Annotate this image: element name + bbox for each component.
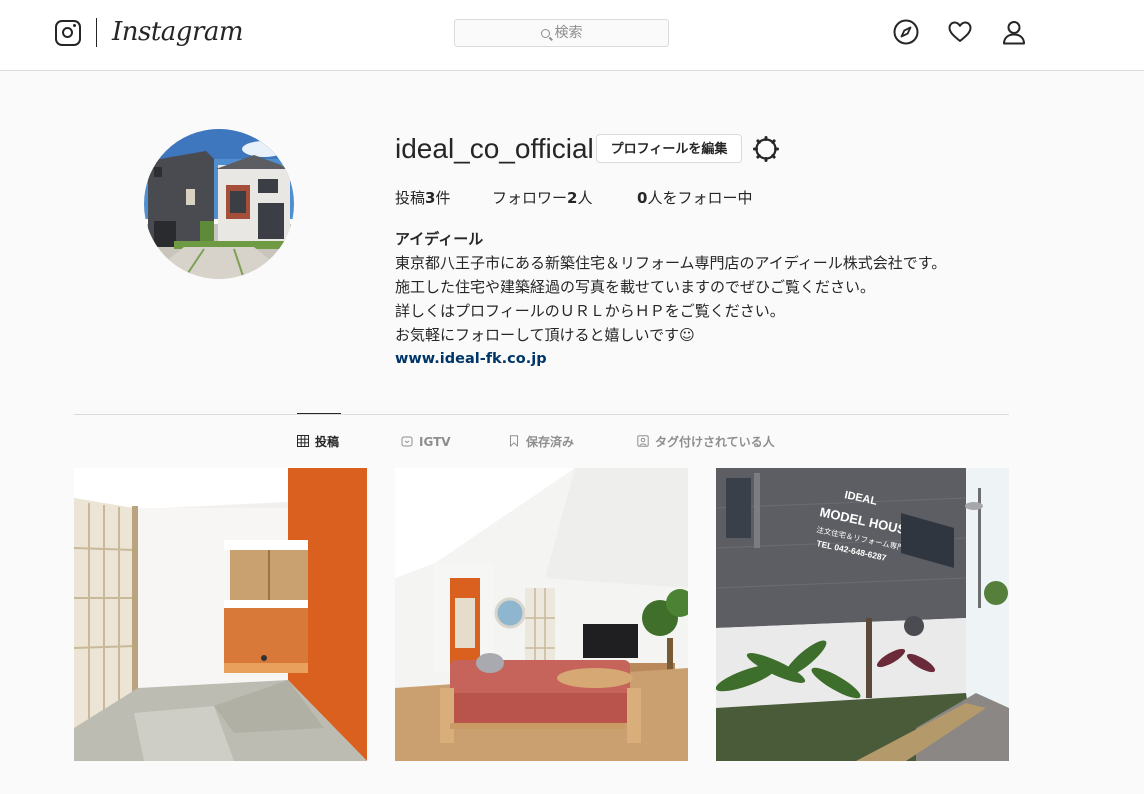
profile-username: ideal_co_official [395, 133, 594, 164]
tab-igtv-label: IGTV [419, 435, 451, 449]
instagram-logo-icon[interactable] [55, 20, 81, 46]
following-count[interactable]: 0人をフォロー中 [637, 187, 752, 208]
grid-icon [297, 435, 309, 447]
following-label: 人をフォロー中 [647, 189, 753, 207]
following-number: 0 [637, 189, 648, 207]
tab-igtv[interactable]: IGTV [401, 433, 451, 451]
search-placeholder: 検索 [554, 25, 583, 41]
post-thumbnail-2[interactable] [395, 468, 688, 761]
edit-profile-button[interactable]: プロフィールを編集 [596, 134, 742, 163]
active-tab-indicator [297, 413, 341, 414]
tab-posts-label: 投稿 [315, 435, 340, 449]
tabs-divider [74, 414, 1009, 415]
tab-saved-label: 保存済み [526, 435, 575, 449]
posts-unit: 件 [435, 189, 451, 207]
search-input[interactable]: 検索 [454, 19, 669, 47]
bookmark-icon [508, 435, 520, 447]
profile-avatar[interactable] [144, 129, 294, 279]
post-thumbnail-3[interactable]: IDEAL MODEL HOUSE 注文住宅＆リフォーム専門店 TEL 042-… [716, 468, 1009, 761]
posts-label: 投稿 [395, 189, 426, 207]
igtv-icon [401, 435, 413, 447]
bio-line-3: 詳しくはプロフィールのＵＲＬからＨＰをご覧ください。 [395, 302, 785, 320]
gear-icon[interactable] [752, 135, 780, 163]
search-icon [540, 29, 550, 38]
tagged-person-icon [637, 435, 649, 447]
followers-count[interactable]: フォロワー2人 [492, 187, 592, 208]
profile-full-name: アイディール [395, 230, 484, 248]
followers-number: 2 [567, 189, 578, 207]
top-navigation-bar: Instagram 検索 [0, 0, 1144, 71]
profile-person-icon[interactable] [1001, 19, 1027, 45]
followers-unit: 人 [577, 189, 593, 207]
tab-saved[interactable]: 保存済み [508, 433, 574, 451]
tab-posts[interactable]: 投稿 [297, 433, 339, 451]
posts-number: 3 [425, 189, 436, 207]
tab-tagged-label: タグ付けされている人 [655, 435, 775, 449]
tab-tagged[interactable]: タグ付けされている人 [637, 433, 775, 451]
posts-count: 投稿3件 [395, 187, 450, 208]
activity-heart-icon[interactable] [947, 19, 973, 45]
logo-divider [96, 18, 97, 47]
bio-line-1: 東京都八王子市にある新築住宅＆リフォーム専門店のアイディール株式会社です。 [395, 254, 947, 272]
explore-compass-icon[interactable] [893, 19, 919, 45]
bio-line-2: 施工した住宅や建築経過の写真を載せていますのでぜひご覧ください。 [395, 278, 876, 296]
followers-label: フォロワー [492, 189, 568, 207]
profile-website-link[interactable]: www.ideal-fk.co.jp [395, 351, 547, 367]
bio-line-4: お気軽にフォローして頂けると嬉しいです☺ [395, 326, 695, 344]
post-thumbnail-1[interactable] [74, 468, 367, 761]
instagram-wordmark[interactable]: Instagram [112, 17, 244, 47]
